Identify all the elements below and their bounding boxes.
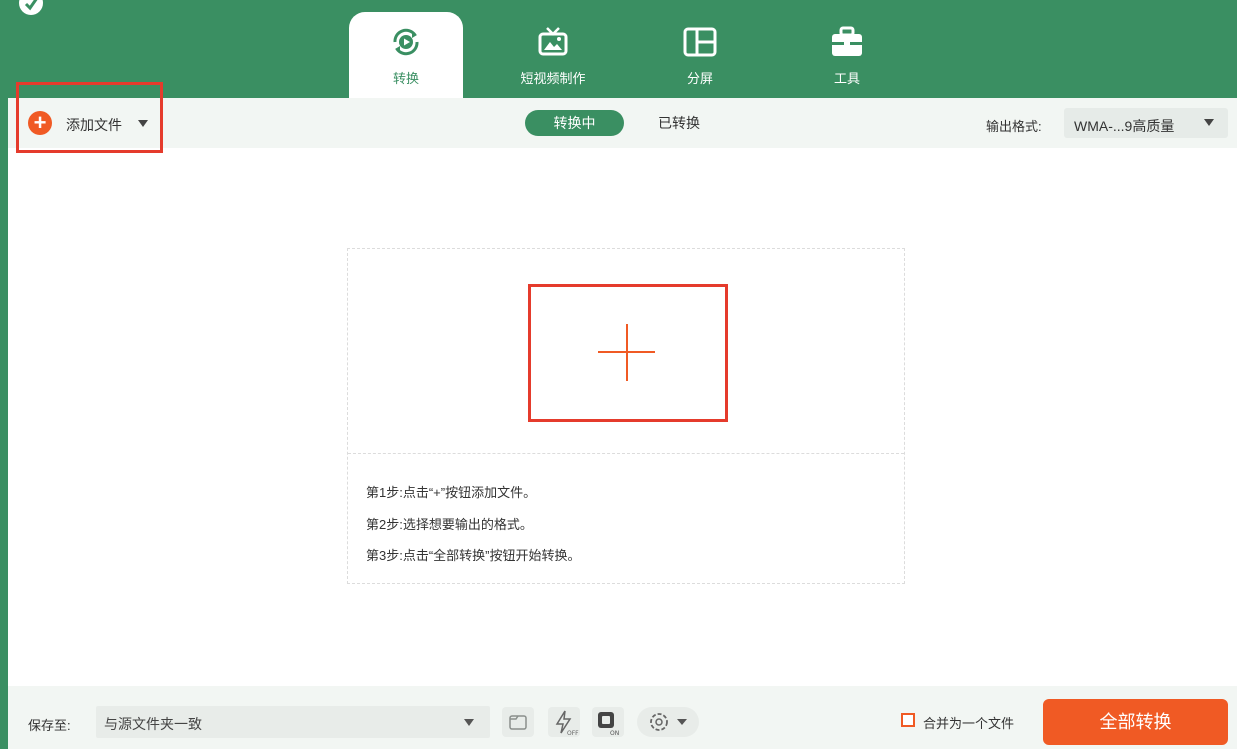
tab-convert[interactable]: 转换 <box>349 12 463 98</box>
split-screen-icon <box>683 27 717 57</box>
merge-checkbox[interactable] <box>901 713 915 727</box>
tab-label: 转换 <box>392 71 419 86</box>
highlight-box-add-center <box>528 284 728 422</box>
save-to-label: 保存至: <box>28 718 71 733</box>
tv-icon <box>538 27 568 56</box>
app-title-blurred <box>64 0 254 6</box>
settings-button[interactable] <box>637 707 699 737</box>
highlight-box-add-file <box>16 82 163 153</box>
tab-label: 分屏 <box>686 71 713 86</box>
left-edge-strip <box>0 98 8 749</box>
chevron-down-icon <box>464 719 474 726</box>
segment-converting[interactable]: 转换中 <box>525 110 624 136</box>
drop-zone-divider <box>348 453 904 454</box>
save-path-select[interactable]: 与源文件夹一致 <box>96 706 490 738</box>
chip-on-icon: ON <box>598 712 619 737</box>
folder-icon <box>509 715 527 730</box>
convert-icon <box>393 28 419 56</box>
tab-label: 短视频制作 <box>520 71 586 86</box>
hardware-accel-button[interactable]: OFF <box>548 707 580 737</box>
svg-text:ON: ON <box>610 730 619 737</box>
tab-split-screen[interactable]: 分屏 <box>643 12 757 98</box>
save-path-value: 与源文件夹一致 <box>104 716 202 732</box>
convert-all-button[interactable]: 全部转换 <box>1043 699 1228 745</box>
gpu-on-button[interactable]: ON <box>592 707 624 737</box>
tab-short-video[interactable]: 短视频制作 <box>496 12 610 98</box>
output-format-label: 输出格式: <box>986 119 1042 134</box>
open-folder-button[interactable] <box>502 707 534 737</box>
tab-tools[interactable]: 工具 <box>790 12 904 98</box>
instruction-step-2: 第2步:选择想要输出的格式。 <box>366 517 533 532</box>
app-logo-icon <box>19 0 43 15</box>
instruction-step-1: 第1步:点击“+”按钮添加文件。 <box>366 485 537 500</box>
merge-label[interactable]: 合并为一个文件 <box>923 713 1014 732</box>
toolbox-icon <box>832 26 862 56</box>
output-format-select[interactable]: WMA-...9高质量 <box>1064 108 1228 138</box>
chevron-down-icon <box>1204 119 1214 126</box>
title-bar: 转换 短视频制作 分屏 工具 <box>0 0 1237 98</box>
instruction-step-3: 第3步:点击“全部转换”按钮开始转换。 <box>366 548 581 563</box>
tab-label: 工具 <box>833 71 860 86</box>
gear-icon <box>650 713 687 731</box>
svg-text:OFF: OFF <box>567 730 579 737</box>
lightning-off-icon: OFF <box>555 710 579 737</box>
segment-converted[interactable]: 已转换 <box>640 110 718 136</box>
output-format-value: WMA-...9高质量 <box>1074 118 1175 134</box>
